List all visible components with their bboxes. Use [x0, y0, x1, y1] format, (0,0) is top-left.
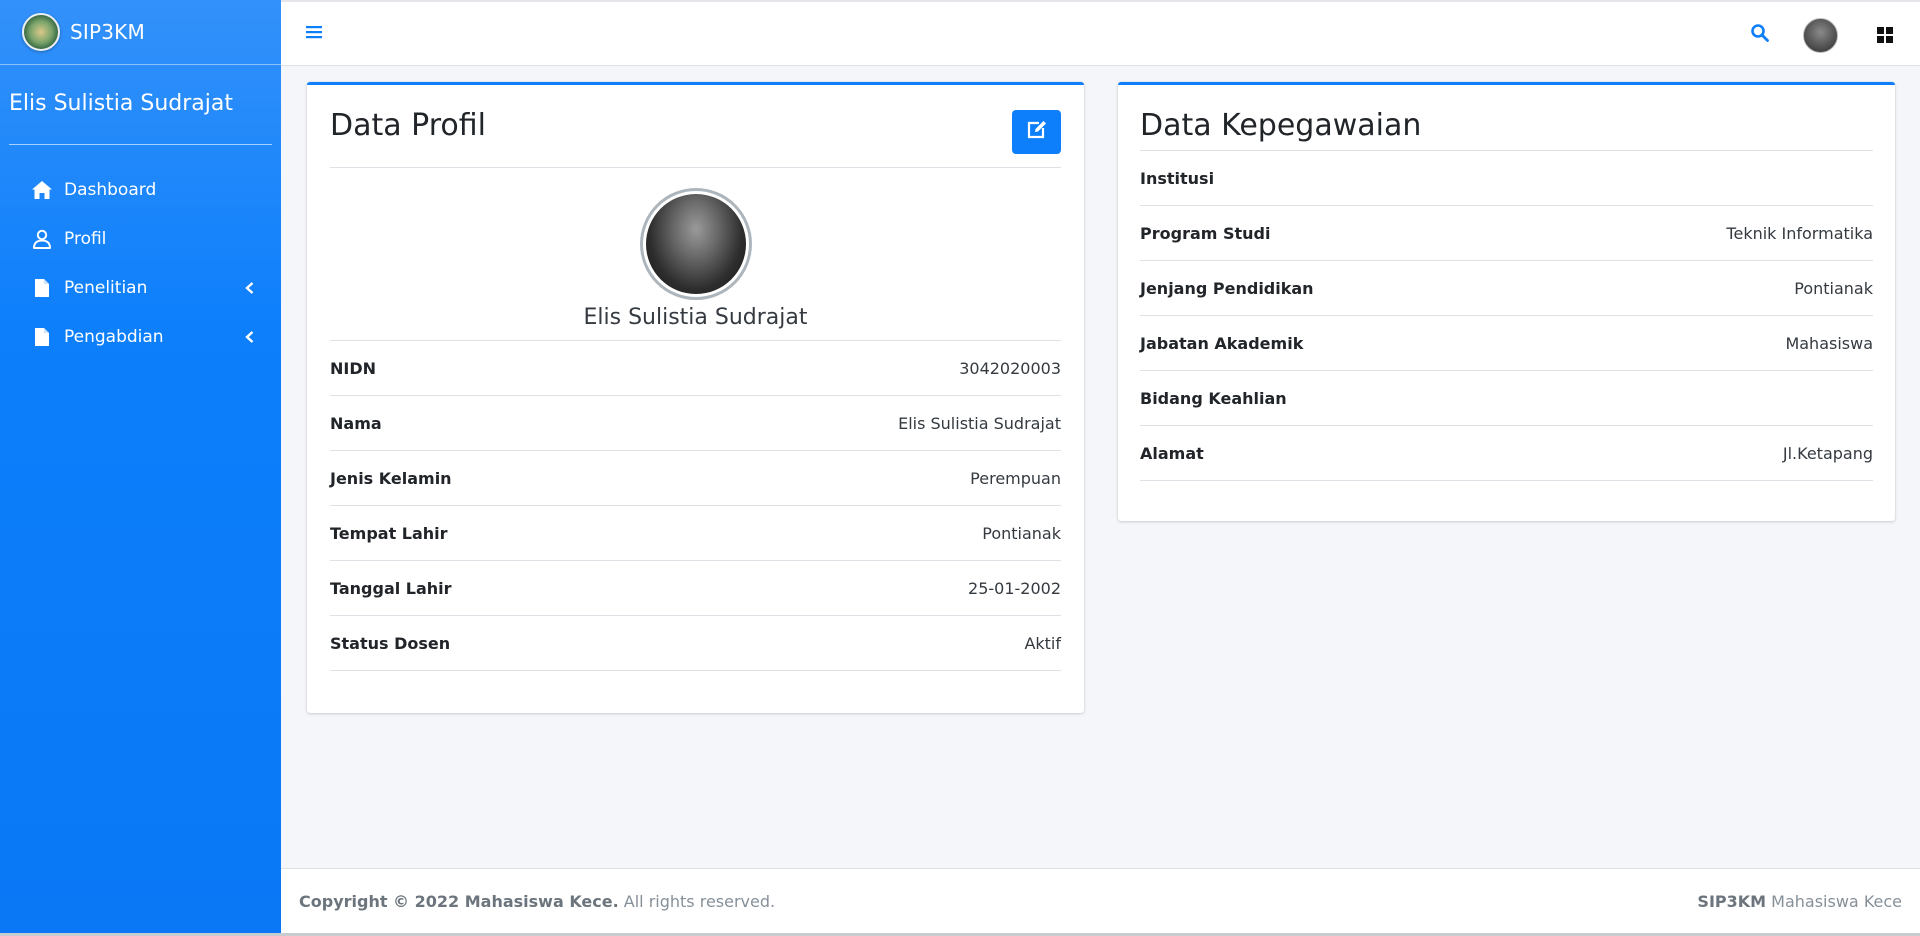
- hamburger-icon[interactable]: [306, 24, 322, 40]
- sidebar-item-label: Pengabdian: [64, 326, 164, 347]
- footer-version: SIP3KM Mahasiswa Kece: [1697, 892, 1902, 911]
- footer-brand: SIP3KM: [1697, 891, 1767, 911]
- row-key: Program Studi: [1140, 223, 1271, 243]
- footer-copyright: Copyright © 2022 Mahasiswa Kece. All rig…: [299, 892, 775, 911]
- home-icon: [31, 179, 53, 201]
- footer-copyright-bold: Copyright © 2022 Mahasiswa Kece.: [299, 891, 619, 911]
- footer-copyright-rest: All rights reserved.: [618, 891, 776, 911]
- row-key: Nama: [330, 413, 382, 433]
- profile-name: Elis Sulistia Sudrajat: [583, 305, 808, 330]
- profile-photo: [640, 188, 752, 300]
- brand-logo: [22, 13, 60, 51]
- row-value: 3042020003: [959, 358, 1061, 378]
- sidebar-item-profil[interactable]: Profil: [0, 214, 281, 263]
- divider: [330, 167, 1061, 168]
- profile-card: Data Profil Elis Sulistia Sudrajat NIDN …: [307, 82, 1084, 713]
- employment-row-bidang-keahlian: Bidang Keahlian: [1140, 371, 1873, 426]
- footer-brand-rest: Mahasiswa Kece: [1766, 891, 1902, 911]
- row-key: Alamat: [1140, 443, 1204, 463]
- row-key: Tanggal Lahir: [330, 578, 452, 598]
- sidebar-user-name[interactable]: Elis Sulistia Sudrajat: [9, 91, 272, 145]
- sidebar-item-dashboard[interactable]: Dashboard: [0, 165, 281, 214]
- employment-row-jenjang-pendidikan: Jenjang Pendidikan Pontianak: [1140, 261, 1873, 316]
- brand[interactable]: SIP3KM: [0, 0, 281, 65]
- row-key: Jabatan Akademik: [1140, 333, 1304, 353]
- sidebar: SIP3KM Elis Sulistia Sudrajat Dashboard …: [0, 0, 281, 933]
- row-value: Mahasiswa: [1785, 333, 1873, 353]
- brand-text: SIP3KM: [70, 20, 145, 44]
- edit-profile-button[interactable]: [1012, 110, 1061, 154]
- chevron-left-icon: [243, 330, 255, 344]
- edit-icon: [1026, 120, 1048, 144]
- employment-details: Institusi Program Studi Teknik Informati…: [1140, 151, 1873, 481]
- row-key: Status Dosen: [330, 633, 451, 653]
- employment-row-jabatan-akademik: Jabatan Akademik Mahasiswa: [1140, 316, 1873, 371]
- row-value: Teknik Informatika: [1726, 223, 1873, 243]
- row-value: 25-01-2002: [968, 578, 1061, 598]
- employment-card: Data Kepegawaian Institusi Program Studi…: [1118, 82, 1895, 521]
- avatar[interactable]: [1803, 18, 1838, 53]
- row-key: Bidang Keahlian: [1140, 388, 1287, 408]
- sidebar-item-penelitian[interactable]: Penelitian: [0, 263, 281, 312]
- row-key: Tempat Lahir: [330, 523, 448, 543]
- row-key: Jenis Kelamin: [330, 468, 452, 488]
- row-value: Elis Sulistia Sudrajat: [898, 413, 1061, 433]
- employment-card-title: Data Kepegawaian: [1140, 108, 1422, 143]
- sidebar-nav: Dashboard Profil Penelitian Pengabdian: [0, 165, 281, 361]
- grid-icon[interactable]: [1877, 27, 1893, 43]
- footer: Copyright © 2022 Mahasiswa Kece. All rig…: [281, 868, 1920, 933]
- employment-row-alamat: Alamat Jl.Ketapang: [1140, 426, 1873, 481]
- user-icon: [31, 228, 53, 250]
- search-icon[interactable]: [1750, 23, 1772, 45]
- sidebar-item-label: Penelitian: [64, 277, 148, 298]
- employment-row-institusi: Institusi: [1140, 151, 1873, 206]
- profile-row-nama: Nama Elis Sulistia Sudrajat: [330, 396, 1061, 451]
- profile-row-tanggal-lahir: Tanggal Lahir 25-01-2002: [330, 561, 1061, 616]
- sidebar-item-label: Dashboard: [64, 179, 157, 200]
- profile-row-jenis-kelamin: Jenis Kelamin Perempuan: [330, 451, 1061, 506]
- row-value: Pontianak: [1794, 278, 1873, 298]
- topbar: [281, 0, 1920, 66]
- row-value: Perempuan: [970, 468, 1061, 488]
- sidebar-item-label: Profil: [64, 228, 107, 249]
- sidebar-item-pengabdian[interactable]: Pengabdian: [0, 312, 281, 361]
- row-key: NIDN: [330, 358, 377, 378]
- profile-row-tempat-lahir: Tempat Lahir Pontianak: [330, 506, 1061, 561]
- profile-row-nidn: NIDN 3042020003: [330, 341, 1061, 396]
- row-key: Jenjang Pendidikan: [1140, 278, 1314, 298]
- chevron-left-icon: [243, 281, 255, 295]
- profile-photo-image: [646, 194, 746, 294]
- employment-row-program-studi: Program Studi Teknik Informatika: [1140, 206, 1873, 261]
- file-icon: [31, 326, 53, 348]
- profile-row-status-dosen: Status Dosen Aktif: [330, 616, 1061, 671]
- profile-details: NIDN 3042020003 Nama Elis Sulistia Sudra…: [330, 341, 1061, 671]
- row-value: Pontianak: [982, 523, 1061, 543]
- row-value: Aktif: [1024, 633, 1061, 653]
- row-value: Jl.Ketapang: [1782, 443, 1873, 463]
- profile-card-title: Data Profil: [330, 108, 486, 143]
- row-key: Institusi: [1140, 168, 1215, 188]
- user-panel: Elis Sulistia Sudrajat: [0, 65, 281, 145]
- file-icon: [31, 277, 53, 299]
